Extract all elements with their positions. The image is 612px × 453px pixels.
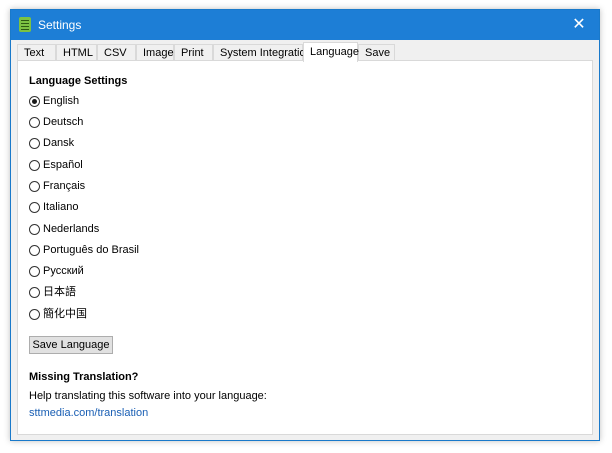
radio-label: Nederlands <box>43 223 100 235</box>
tab-print[interactable]: Print <box>174 44 213 61</box>
radio-francais[interactable]: Français <box>29 178 85 194</box>
close-button[interactable]: ✕ <box>559 10 599 40</box>
radio-chinese[interactable]: 簡化中国 <box>29 306 87 322</box>
radio-deutsch[interactable]: Deutsch <box>29 114 83 130</box>
title-bar[interactable]: Settings ✕ <box>11 10 599 40</box>
radio-button[interactable] <box>29 180 40 192</box>
tab-system-integration[interactable]: System Integration <box>213 44 312 61</box>
radio-button[interactable] <box>29 201 40 213</box>
radio-button[interactable] <box>29 223 40 235</box>
radio-nederlands[interactable]: Nederlands <box>29 221 99 237</box>
tab-language[interactable]: Language <box>303 42 359 62</box>
close-icon: ✕ <box>572 16 586 33</box>
tab-html[interactable]: HTML <box>56 44 97 61</box>
tab-text[interactable]: Text <box>17 44 56 61</box>
radio-russian[interactable]: Русский <box>29 263 84 279</box>
radio-english[interactable]: English <box>29 93 79 109</box>
radio-label: 日本語 <box>43 286 76 298</box>
tab-image[interactable]: Image <box>136 44 174 61</box>
missing-translation-heading: Missing Translation? <box>29 371 139 383</box>
radio-label: Dansk <box>43 137 75 149</box>
radio-italiano[interactable]: Italiano <box>29 199 78 215</box>
radio-label: English <box>43 95 80 107</box>
tab-strip: Text HTML CSV Image Print System Integra… <box>17 42 593 62</box>
radio-dansk[interactable]: Dansk <box>29 135 74 151</box>
notepad-app-icon <box>19 17 31 32</box>
radio-button[interactable] <box>29 286 40 298</box>
radio-button-checked[interactable] <box>29 95 40 107</box>
radio-espanol[interactable]: Español <box>29 157 83 173</box>
radio-portugues-brasil[interactable]: Português do Brasil <box>29 242 139 258</box>
help-text: Help translating this software into your… <box>29 390 267 402</box>
language-settings-heading: Language Settings <box>29 75 128 87</box>
translation-link[interactable]: sttmedia.com/translation <box>29 407 148 419</box>
radio-label: Español <box>43 159 83 171</box>
radio-button[interactable] <box>29 244 40 256</box>
radio-label: 簡化中国 <box>43 308 87 320</box>
radio-label: Italiano <box>43 201 79 213</box>
tab-save[interactable]: Save <box>358 44 395 61</box>
radio-button[interactable] <box>29 265 40 277</box>
radio-button[interactable] <box>29 137 40 149</box>
radio-japanese[interactable]: 日本語 <box>29 284 76 300</box>
radio-label: Русский <box>43 265 84 277</box>
window-title: Settings <box>38 18 82 32</box>
radio-button[interactable] <box>29 308 40 320</box>
settings-window: Settings ✕ Text HTML CSV Image Print Sys… <box>10 9 600 441</box>
language-panel: Language Settings English Deutsch Dansk … <box>17 60 593 435</box>
save-language-button[interactable]: Save Language <box>29 336 113 354</box>
radio-button[interactable] <box>29 116 40 128</box>
radio-label: Français <box>43 180 86 192</box>
radio-label: Deutsch <box>43 116 84 128</box>
radio-button[interactable] <box>29 159 40 171</box>
radio-label: Português do Brasil <box>43 244 139 256</box>
tab-csv[interactable]: CSV <box>97 44 136 61</box>
